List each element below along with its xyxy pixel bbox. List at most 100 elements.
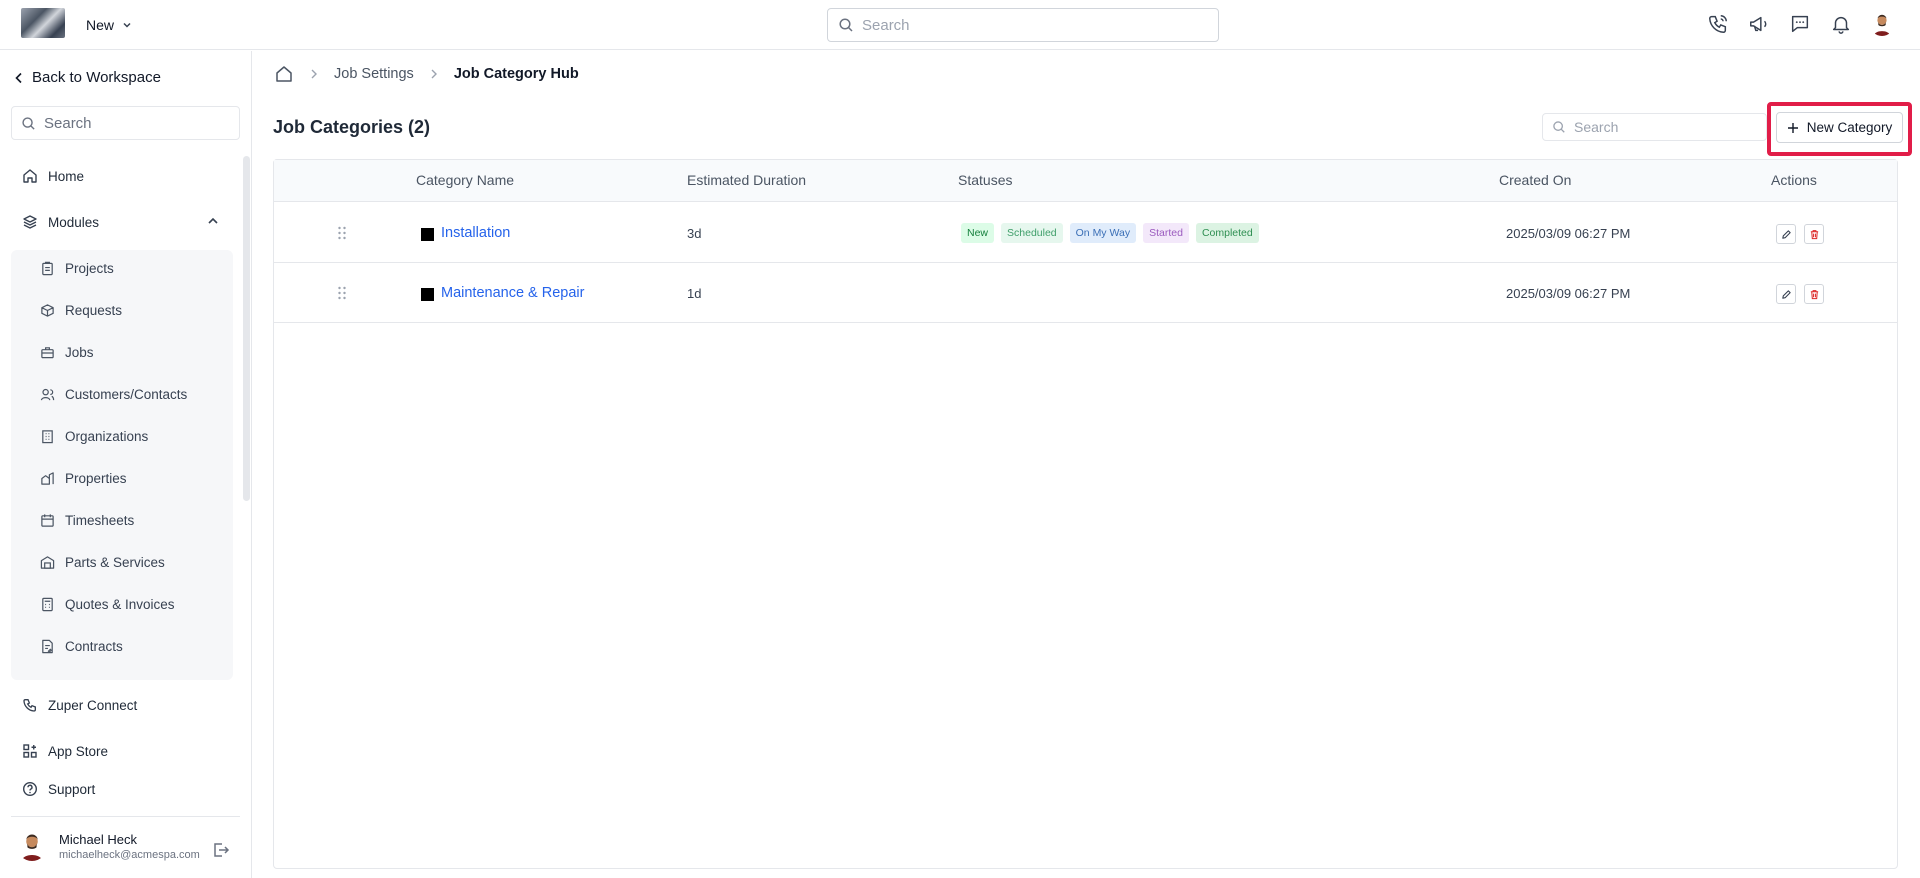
chat-icon[interactable] <box>1788 12 1812 36</box>
sidebar-item-jobs[interactable]: Jobs <box>40 341 94 363</box>
sidebar-item-contracts[interactable]: Contracts <box>40 635 123 657</box>
sidebar-item-properties[interactable]: Properties <box>40 467 127 489</box>
home-icon <box>23 169 37 183</box>
categories-table: Category Name Estimated Duration Statuse… <box>273 159 1898 869</box>
user-name: Michael Heck <box>59 831 138 847</box>
sidebar-item-label: Zuper Connect <box>48 697 138 713</box>
chevron-right-icon <box>311 69 317 79</box>
sidebar: Back to Workspace Home Modules Projects … <box>0 51 252 878</box>
category-search-input[interactable] <box>1574 119 1744 135</box>
sidebar-search-input[interactable] <box>44 114 234 132</box>
estimated-duration: 3d <box>687 226 702 241</box>
status-badge-new: New <box>961 223 995 243</box>
header-actions: Actions <box>1771 172 1817 188</box>
search-icon <box>1553 121 1565 133</box>
sidebar-item-support[interactable]: Support <box>22 778 95 800</box>
sidebar-item-quotes-invoices[interactable]: Quotes & Invoices <box>40 593 175 615</box>
building-icon <box>42 429 53 443</box>
chevron-down-icon <box>123 22 131 28</box>
drag-handle-icon[interactable] <box>337 286 347 300</box>
drag-handle-icon[interactable] <box>337 226 347 240</box>
category-name-link[interactable]: Installation <box>441 225 510 241</box>
chevron-right-icon <box>431 69 437 79</box>
sidebar-item-label: Jobs <box>65 344 94 360</box>
breadcrumb: Job Settings Job Category Hub <box>274 64 579 84</box>
sidebar-item-requests[interactable]: Requests <box>40 299 122 321</box>
user-email: michaelheck@acmespa.com <box>59 848 200 861</box>
new-category-button[interactable]: New Category <box>1776 112 1903 143</box>
new-dropdown-label: New <box>86 17 115 33</box>
edit-button[interactable] <box>1776 224 1796 244</box>
calendar-icon <box>41 513 54 527</box>
status-badge-completed: Completed <box>1195 223 1259 243</box>
sidebar-item-label: Requests <box>65 302 123 318</box>
breadcrumb-current: Job Category Hub <box>453 66 579 82</box>
search-icon <box>839 18 853 32</box>
avatar <box>17 831 47 861</box>
sidebar-item-zuper-connect[interactable]: Zuper Connect <box>22 694 137 716</box>
global-search[interactable] <box>827 8 1219 42</box>
category-color-swatch <box>421 228 434 241</box>
logout-icon[interactable] <box>212 841 230 859</box>
edit-button[interactable] <box>1776 284 1796 304</box>
header-statuses[interactable]: Statuses <box>958 172 1012 188</box>
help-circle-icon <box>22 781 38 797</box>
sidebar-item-label: App Store <box>48 743 109 759</box>
sidebar-item-app-store[interactable]: App Store <box>22 740 108 762</box>
top-bar: New <box>0 0 1920 50</box>
user-profile[interactable]: Michael Heck michaelheck@acmespa.com <box>17 831 200 861</box>
company-logo[interactable] <box>21 8 65 38</box>
category-name-link[interactable]: Maintenance & Repair <box>441 285 584 301</box>
category-search[interactable] <box>1542 113 1767 141</box>
contract-icon <box>42 639 53 653</box>
sidebar-item-organizations[interactable]: Organizations <box>40 425 148 447</box>
sidebar-item-label: Customers/Contacts <box>65 386 188 402</box>
delete-button[interactable] <box>1804 284 1824 304</box>
sidebar-item-parts-services[interactable]: Parts & Services <box>40 551 165 573</box>
user-avatar-icon[interactable] <box>1870 12 1894 36</box>
sidebar-item-label: Parts & Services <box>65 554 165 570</box>
sidebar-item-projects[interactable]: Projects <box>40 257 114 279</box>
sidebar-item-label: Home <box>48 168 85 184</box>
megaphone-icon[interactable] <box>1747 12 1771 36</box>
header-created-on[interactable]: Created On <box>1499 172 1571 188</box>
status-badge-on-my-way: On My Way <box>1069 223 1137 243</box>
bell-icon[interactable] <box>1829 12 1853 36</box>
status-badge-started: Started <box>1143 223 1189 243</box>
sidebar-item-label: Contracts <box>65 638 123 654</box>
sidebar-search[interactable] <box>11 106 240 140</box>
delete-button[interactable] <box>1804 224 1824 244</box>
chevron-up-icon[interactable] <box>206 214 220 228</box>
phone-icon[interactable] <box>1706 12 1730 36</box>
sidebar-item-customers-contacts[interactable]: Customers/Contacts <box>40 383 187 405</box>
header-estimated-duration[interactable]: Estimated Duration <box>687 172 806 188</box>
new-dropdown[interactable]: New <box>86 14 132 36</box>
sidebar-item-label: Quotes & Invoices <box>65 596 175 612</box>
sidebar-item-timesheets[interactable]: Timesheets <box>40 509 134 531</box>
pencil-icon <box>1781 229 1791 239</box>
search-icon <box>22 116 35 130</box>
created-on: 2025/03/09 06:27 PM <box>1506 226 1631 241</box>
warehouse-icon <box>40 555 55 569</box>
header-category-name[interactable]: Category Name <box>416 172 514 188</box>
sidebar-scrollbar[interactable] <box>243 156 250 501</box>
sidebar-item-modules[interactable]: Modules <box>22 211 99 233</box>
back-to-workspace-label: Back to Workspace <box>32 69 161 86</box>
estimated-duration: 1d <box>687 286 702 301</box>
sidebar-divider <box>11 816 240 817</box>
chevron-left-icon <box>15 72 22 83</box>
sidebar-item-home[interactable]: Home <box>22 165 84 187</box>
sidebar-item-label: Support <box>48 781 96 797</box>
table-row: Installation 3d New Scheduled On My Way … <box>274 203 1897 263</box>
created-on: 2025/03/09 06:27 PM <box>1506 286 1631 301</box>
category-color-swatch <box>421 288 434 301</box>
status-list: New Scheduled On My Way Started Complete… <box>961 223 1259 243</box>
global-search-input[interactable] <box>862 16 1202 34</box>
back-to-workspace-link[interactable]: Back to Workspace <box>14 69 161 86</box>
trash-icon <box>1810 289 1818 299</box>
sidebar-item-label: Projects <box>65 260 114 276</box>
page-title: Job Categories (2) <box>273 117 431 137</box>
breadcrumb-job-settings[interactable]: Job Settings <box>334 66 414 82</box>
home-icon[interactable] <box>274 64 294 84</box>
box-icon <box>41 303 54 317</box>
